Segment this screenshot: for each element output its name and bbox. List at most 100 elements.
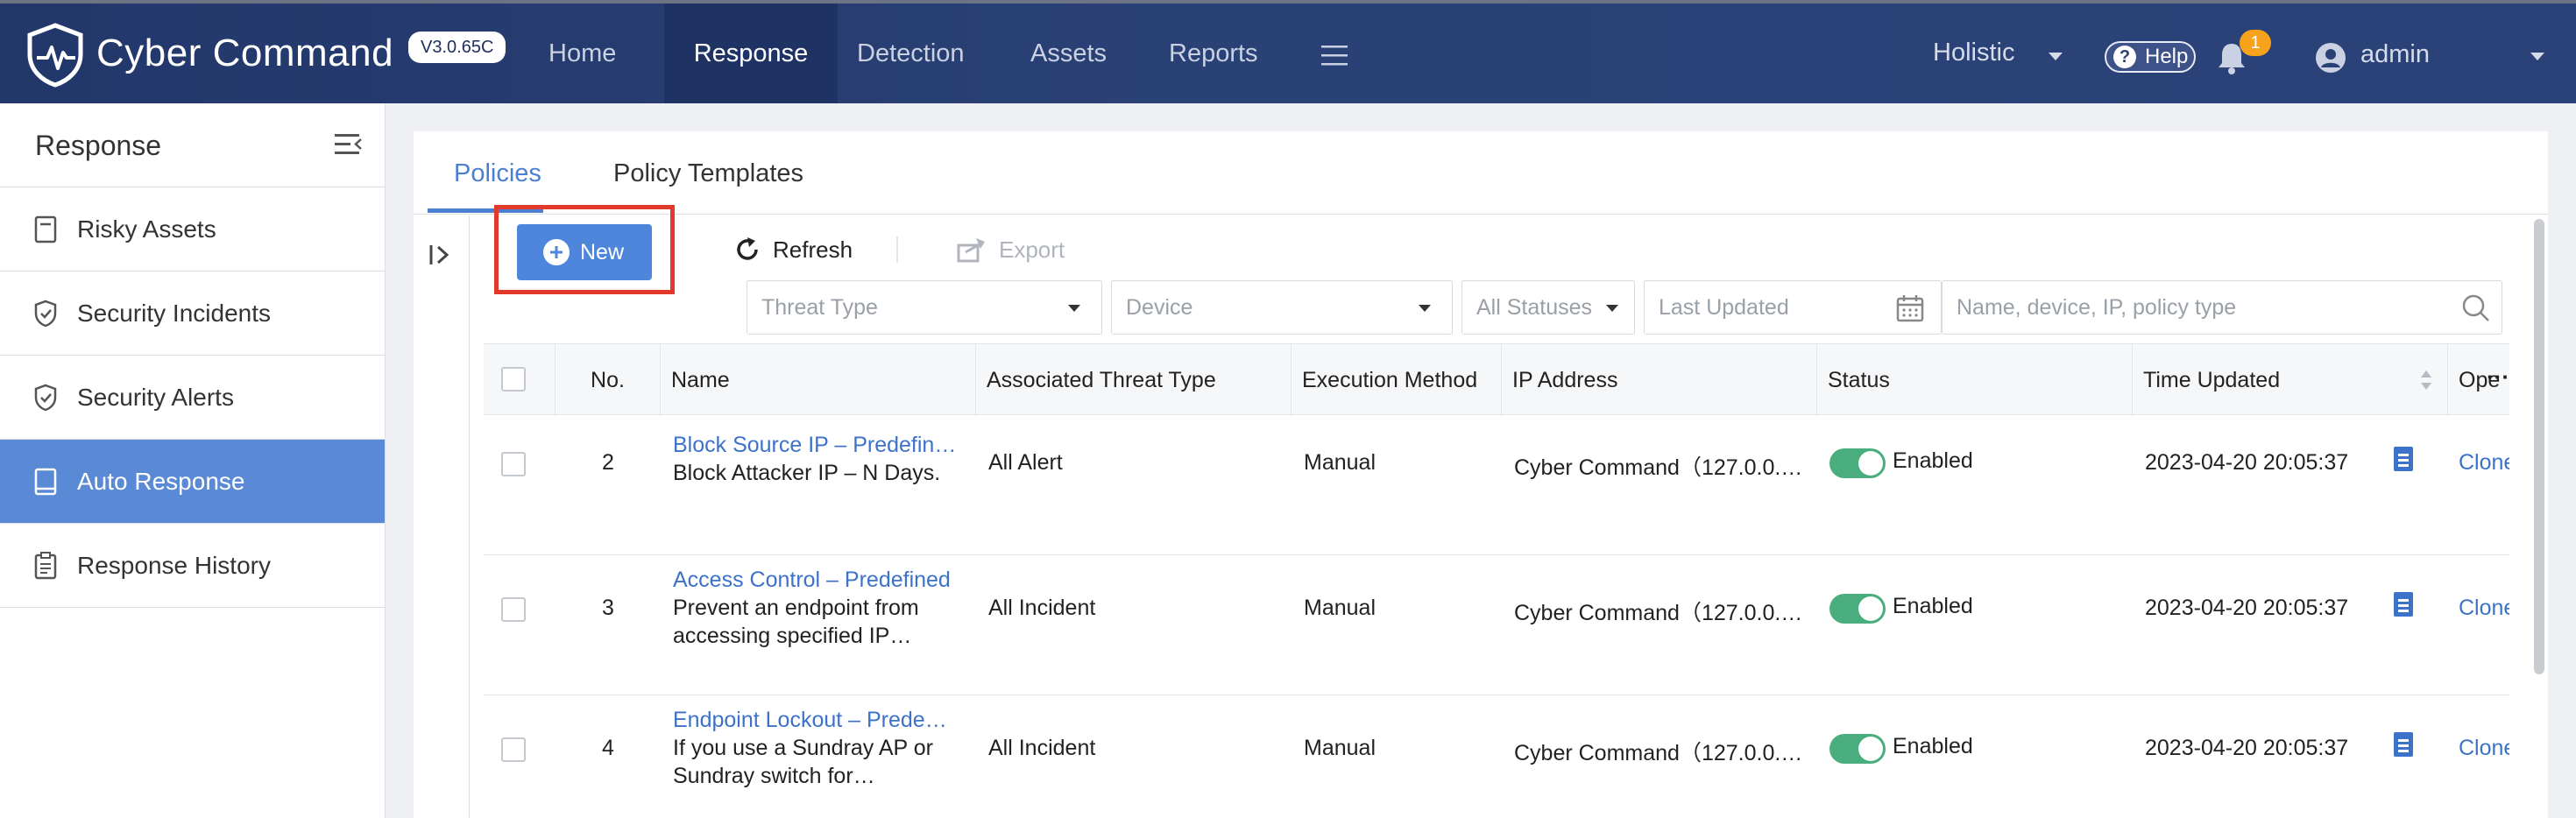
chevron-down-icon <box>1419 305 1431 312</box>
user-avatar-icon[interactable] <box>2315 42 2346 74</box>
chevron-down-icon <box>1068 305 1080 312</box>
details-icon[interactable] <box>2394 592 2413 617</box>
policy-name-link[interactable]: Access Control – Predefined <box>673 568 971 593</box>
sidebar-item-label: Auto Response <box>77 468 245 495</box>
document-icon <box>34 215 57 243</box>
row-execution-method: Manual <box>1304 596 1376 620</box>
filter-panel-toggle[interactable] <box>414 215 470 818</box>
table-row[interactable]: 3 Access Control – Predefined Prevent an… <box>484 555 2509 695</box>
table-row[interactable]: 2 Block Source IP – Predefin… Block Atta… <box>484 415 2509 555</box>
more-columns-icon[interactable]: ··· <box>2487 344 2509 413</box>
header-status: Status <box>1817 344 2133 416</box>
collapse-menu-icon[interactable] <box>335 131 363 158</box>
clone-link[interactable]: Clone <box>2459 450 2509 476</box>
row-ip-address: Cyber Command（127.0.0.… <box>1514 741 1803 765</box>
row-checkbox[interactable] <box>501 737 526 762</box>
row-time-updated: 2023-04-20 20:05:37 <box>2145 450 2349 475</box>
header-time-updated[interactable]: Time Updated <box>2133 344 2448 416</box>
shield-icon <box>34 300 57 328</box>
clone-link[interactable]: Clone <box>2459 596 2509 621</box>
clipboard-icon <box>34 552 57 580</box>
sidebar: Response Risky Assets Security Incidents… <box>0 103 386 818</box>
status-toggle[interactable] <box>1829 734 1886 764</box>
nav-home[interactable]: Home <box>548 4 616 103</box>
status-toggle[interactable] <box>1829 448 1886 478</box>
clone-link[interactable]: Clone <box>2459 736 2509 761</box>
row-checkbox[interactable] <box>501 452 526 476</box>
refresh-button[interactable]: Refresh <box>734 236 853 264</box>
shield-icon <box>34 384 57 412</box>
row-status: Enabled <box>1893 594 1973 618</box>
details-icon[interactable] <box>2394 732 2413 757</box>
user-chevron-down-icon[interactable] <box>2530 53 2544 60</box>
sidebar-header: Response <box>0 103 385 187</box>
nav-response[interactable]: Response <box>664 4 838 103</box>
policy-description-2: accessing specified IP… <box>673 624 912 648</box>
last-updated-placeholder: Last Updated <box>1659 295 1789 320</box>
search-placeholder: Name, device, IP, policy type <box>1957 295 2237 320</box>
tab-bar: Policies Policy Templates <box>414 131 2548 215</box>
export-button[interactable]: Export <box>957 236 1065 264</box>
status-select[interactable]: All Statuses <box>1461 280 1635 335</box>
header-name: Name <box>661 344 976 416</box>
device-select[interactable]: Device <box>1111 280 1453 335</box>
policy-name-link[interactable]: Endpoint Lockout – Prede… <box>673 708 971 733</box>
expand-panel-icon[interactable] <box>428 242 454 268</box>
nav-reports[interactable]: Reports <box>1169 4 1258 103</box>
header-threat-type: Associated Threat Type <box>976 344 1292 416</box>
row-time-updated: 2023-04-20 20:05:37 <box>2145 596 2349 620</box>
content-card: Policies Policy Templates New Refresh Ex… <box>414 131 2548 818</box>
header-no: No. <box>556 344 661 416</box>
sidebar-title: Response <box>35 130 162 161</box>
tab-policies[interactable]: Policies <box>454 159 541 188</box>
sidebar-item-response-history[interactable]: Response History <box>0 524 385 608</box>
toolbar-divider <box>896 236 898 263</box>
sidebar-item-label: Risky Assets <box>77 215 216 243</box>
user-name[interactable]: admin <box>2360 40 2430 69</box>
row-threat-type: All Alert <box>988 450 1063 475</box>
tab-policy-templates[interactable]: Policy Templates <box>613 159 803 188</box>
row-execution-method: Manual <box>1304 736 1376 760</box>
vertical-scrollbar[interactable] <box>2534 219 2544 674</box>
nav-assets[interactable]: Assets <box>1030 4 1107 103</box>
calendar-icon <box>1896 295 1924 322</box>
app-name: Cyber Command <box>96 32 394 74</box>
export-label: Export <box>999 236 1065 263</box>
row-threat-type: All Incident <box>988 736 1096 760</box>
export-icon <box>957 238 985 263</box>
search-input[interactable]: Name, device, IP, policy type <box>1942 280 2502 335</box>
header-ip-address: IP Address <box>1502 344 1817 416</box>
scope-chevron-down-icon[interactable] <box>2049 53 2063 60</box>
sidebar-item-label: Security Incidents <box>77 300 271 327</box>
select-all-checkbox[interactable] <box>501 367 526 391</box>
sort-icon[interactable] <box>2420 369 2432 391</box>
nav-detection[interactable]: Detection <box>857 4 965 103</box>
row-no: 4 <box>602 736 614 760</box>
table-row[interactable]: 4 Endpoint Lockout – Prede… If you use a… <box>484 695 2509 818</box>
scope-selector[interactable]: Holistic <box>1933 39 2014 67</box>
threat-type-select[interactable]: Threat Type <box>747 280 1102 335</box>
policy-name-link[interactable]: Block Source IP – Predefin… <box>673 433 971 458</box>
details-icon[interactable] <box>2394 447 2413 471</box>
sidebar-item-security-incidents[interactable]: Security Incidents <box>0 271 385 356</box>
search-icon[interactable] <box>2461 293 2491 323</box>
threat-type-placeholder: Threat Type <box>761 295 878 320</box>
row-threat-type: All Incident <box>988 596 1096 620</box>
help-button[interactable]: ? Help <box>2105 41 2196 73</box>
policy-description: If you use a Sundray AP or <box>673 736 933 760</box>
refresh-icon <box>737 237 758 260</box>
shield-heartbeat-icon[interactable] <box>25 23 86 88</box>
last-updated-picker[interactable]: Last Updated <box>1644 280 1942 335</box>
notification-badge: 1 <box>2240 30 2271 56</box>
status-toggle[interactable] <box>1829 594 1886 624</box>
row-checkbox[interactable] <box>501 597 526 622</box>
hamburger-menu-icon[interactable] <box>1321 44 1348 67</box>
sidebar-item-security-alerts[interactable]: Security Alerts <box>0 356 385 440</box>
header-select-all-cell <box>484 344 556 416</box>
highlight-box <box>494 205 675 294</box>
table-header: No. Name Associated Threat Type Executio… <box>484 343 2509 416</box>
policy-description: Prevent an endpoint from <box>673 596 919 620</box>
row-time-updated: 2023-04-20 20:05:37 <box>2145 736 2349 760</box>
sidebar-item-auto-response[interactable]: Auto Response <box>0 440 385 524</box>
sidebar-item-risky-assets[interactable]: Risky Assets <box>0 187 385 271</box>
